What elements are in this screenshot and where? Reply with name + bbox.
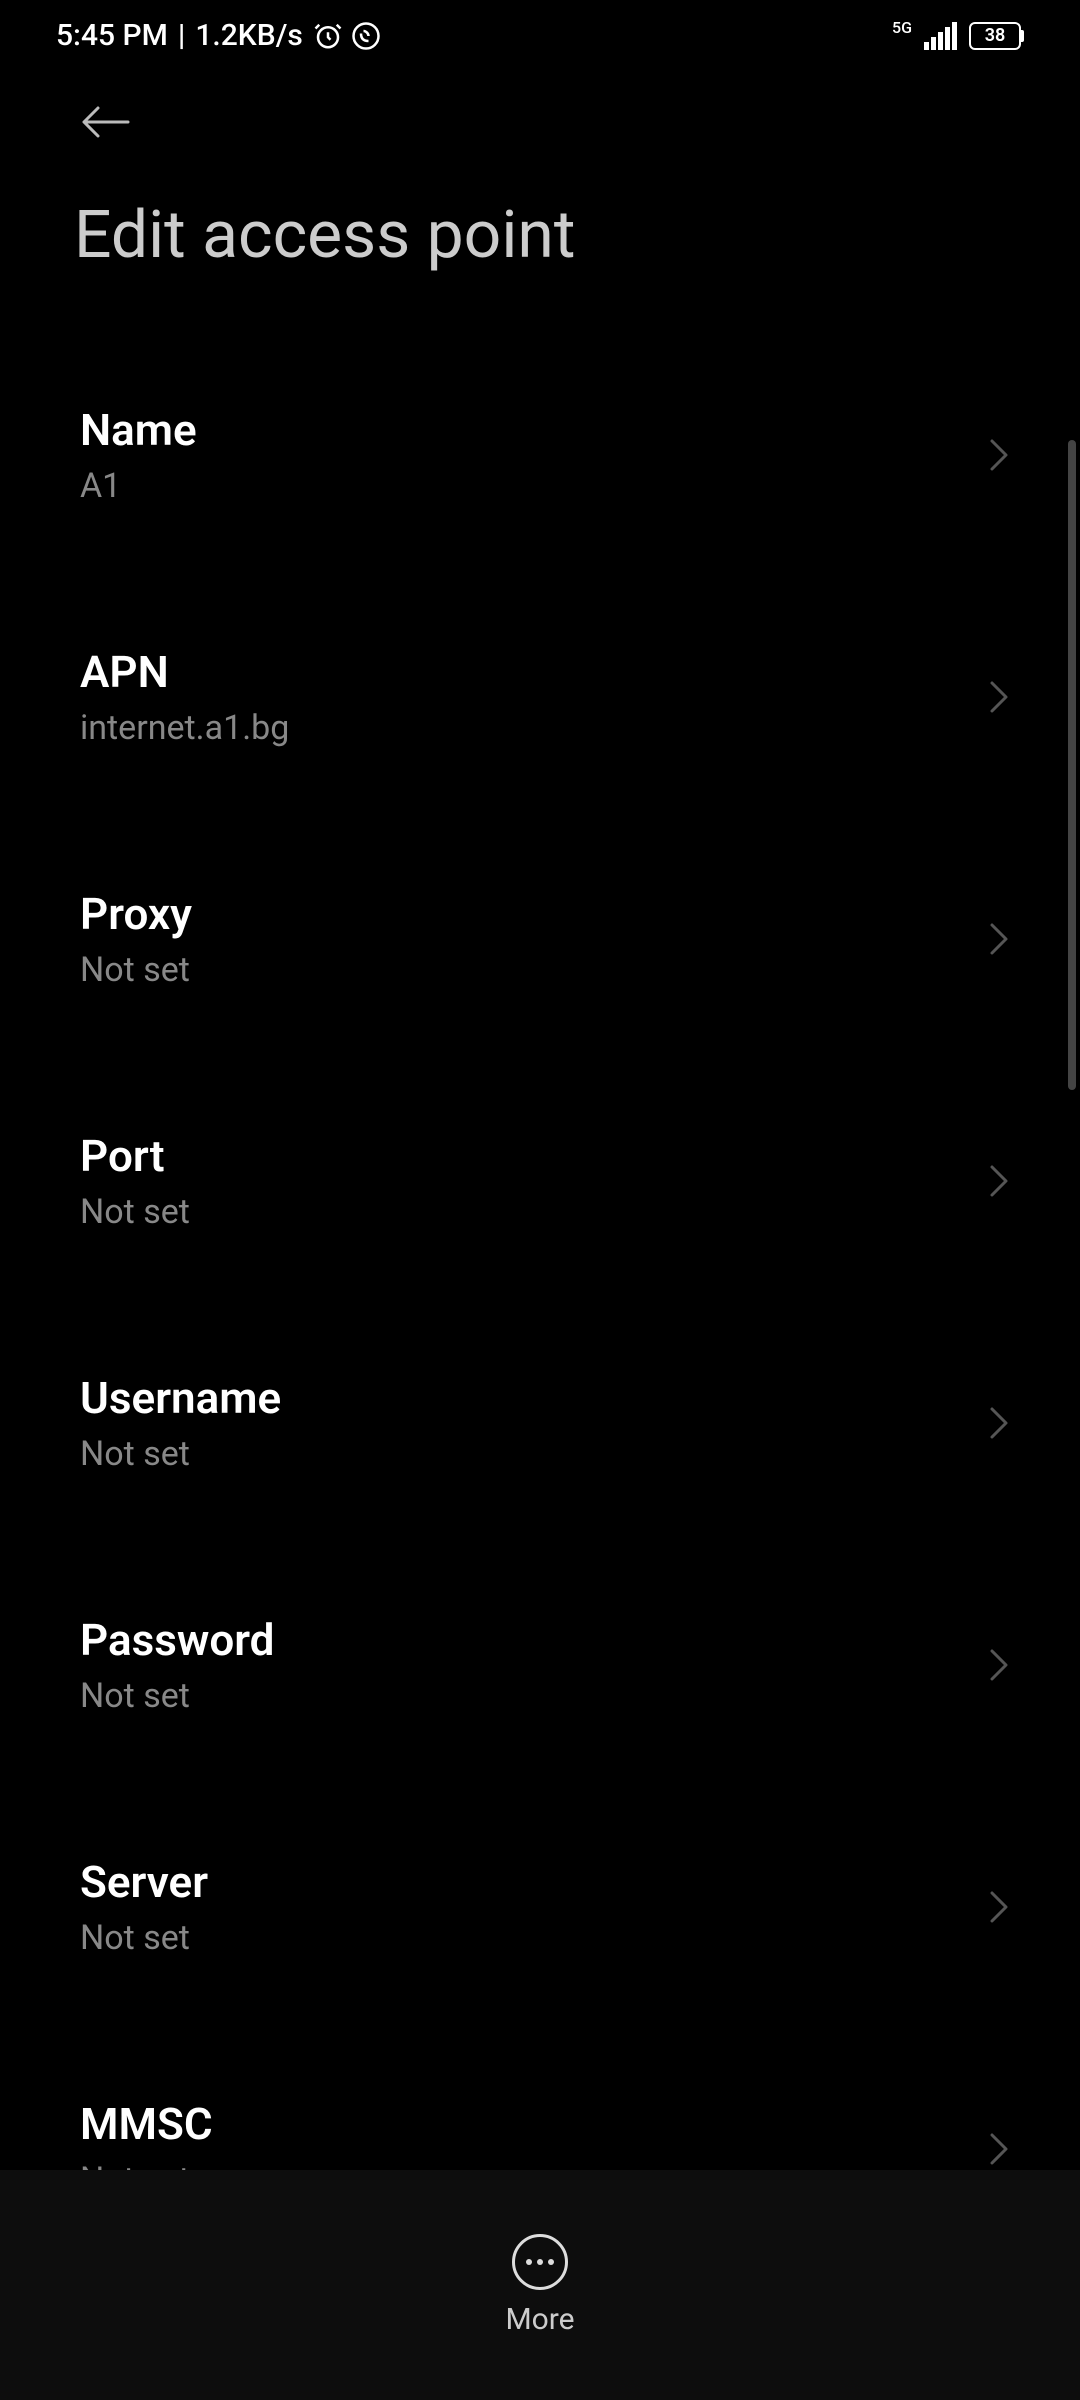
battery-level: 38 <box>969 22 1021 50</box>
chevron-right-icon <box>988 1405 1010 1441</box>
more-label: More <box>505 2302 574 2337</box>
chevron-right-icon <box>988 679 1010 715</box>
more-button[interactable] <box>512 2234 568 2290</box>
setting-row-password[interactable]: Password Not set <box>0 1584 1080 1746</box>
chevron-right-icon <box>988 2131 1010 2167</box>
chevron-right-icon <box>988 1647 1010 1683</box>
setting-row-name[interactable]: Name A1 <box>0 374 1080 536</box>
signal-icon <box>924 22 957 50</box>
setting-row-port[interactable]: Port Not set <box>0 1100 1080 1262</box>
setting-value: Not set <box>80 1192 190 1232</box>
bottom-bar: More <box>0 2170 1080 2400</box>
setting-row-apn[interactable]: APN internet.a1.bg <box>0 616 1080 778</box>
setting-row-username[interactable]: Username Not set <box>0 1342 1080 1504</box>
battery-icon: 38 <box>969 22 1024 50</box>
page-title: Edit access point <box>0 157 1080 314</box>
chevron-right-icon <box>988 437 1010 473</box>
settings-list: Name A1 APN internet.a1.bg Proxy Not set… <box>0 314 1080 2230</box>
network-type: 5G <box>892 18 912 37</box>
setting-value: internet.a1.bg <box>80 708 289 748</box>
setting-label: Username <box>80 1372 281 1424</box>
status-divider: | <box>178 18 185 53</box>
chevron-right-icon <box>988 921 1010 957</box>
setting-label: MMSC <box>80 2098 213 2150</box>
viber-icon <box>351 21 381 51</box>
setting-label: Port <box>80 1130 190 1182</box>
more-dots-icon <box>526 2259 532 2265</box>
status-speed: 1.2KB/s <box>195 18 302 53</box>
setting-row-proxy[interactable]: Proxy Not set <box>0 858 1080 1020</box>
setting-label: Name <box>80 404 197 456</box>
status-right: 5G 38 <box>892 22 1024 50</box>
setting-label: APN <box>80 646 289 698</box>
status-left: 5:45 PM | 1.2KB/s <box>56 18 381 53</box>
back-arrow-icon <box>78 101 134 143</box>
alarm-icon <box>313 21 343 51</box>
status-time: 5:45 PM <box>56 18 168 53</box>
chevron-right-icon <box>988 1163 1010 1199</box>
setting-label: Server <box>80 1856 208 1908</box>
setting-label: Password <box>80 1614 274 1666</box>
status-bar: 5:45 PM | 1.2KB/s 5G 38 <box>0 0 1080 71</box>
setting-value: Not set <box>80 1918 208 1958</box>
setting-row-server[interactable]: Server Not set <box>0 1826 1080 1988</box>
setting-value: Not set <box>80 950 192 990</box>
back-button[interactable] <box>0 71 1080 157</box>
chevron-right-icon <box>988 1889 1010 1925</box>
scrollbar[interactable] <box>1068 440 1076 1090</box>
setting-value: Not set <box>80 1434 281 1474</box>
setting-label: Proxy <box>80 888 192 940</box>
setting-value: Not set <box>80 1676 274 1716</box>
setting-value: A1 <box>80 466 197 506</box>
